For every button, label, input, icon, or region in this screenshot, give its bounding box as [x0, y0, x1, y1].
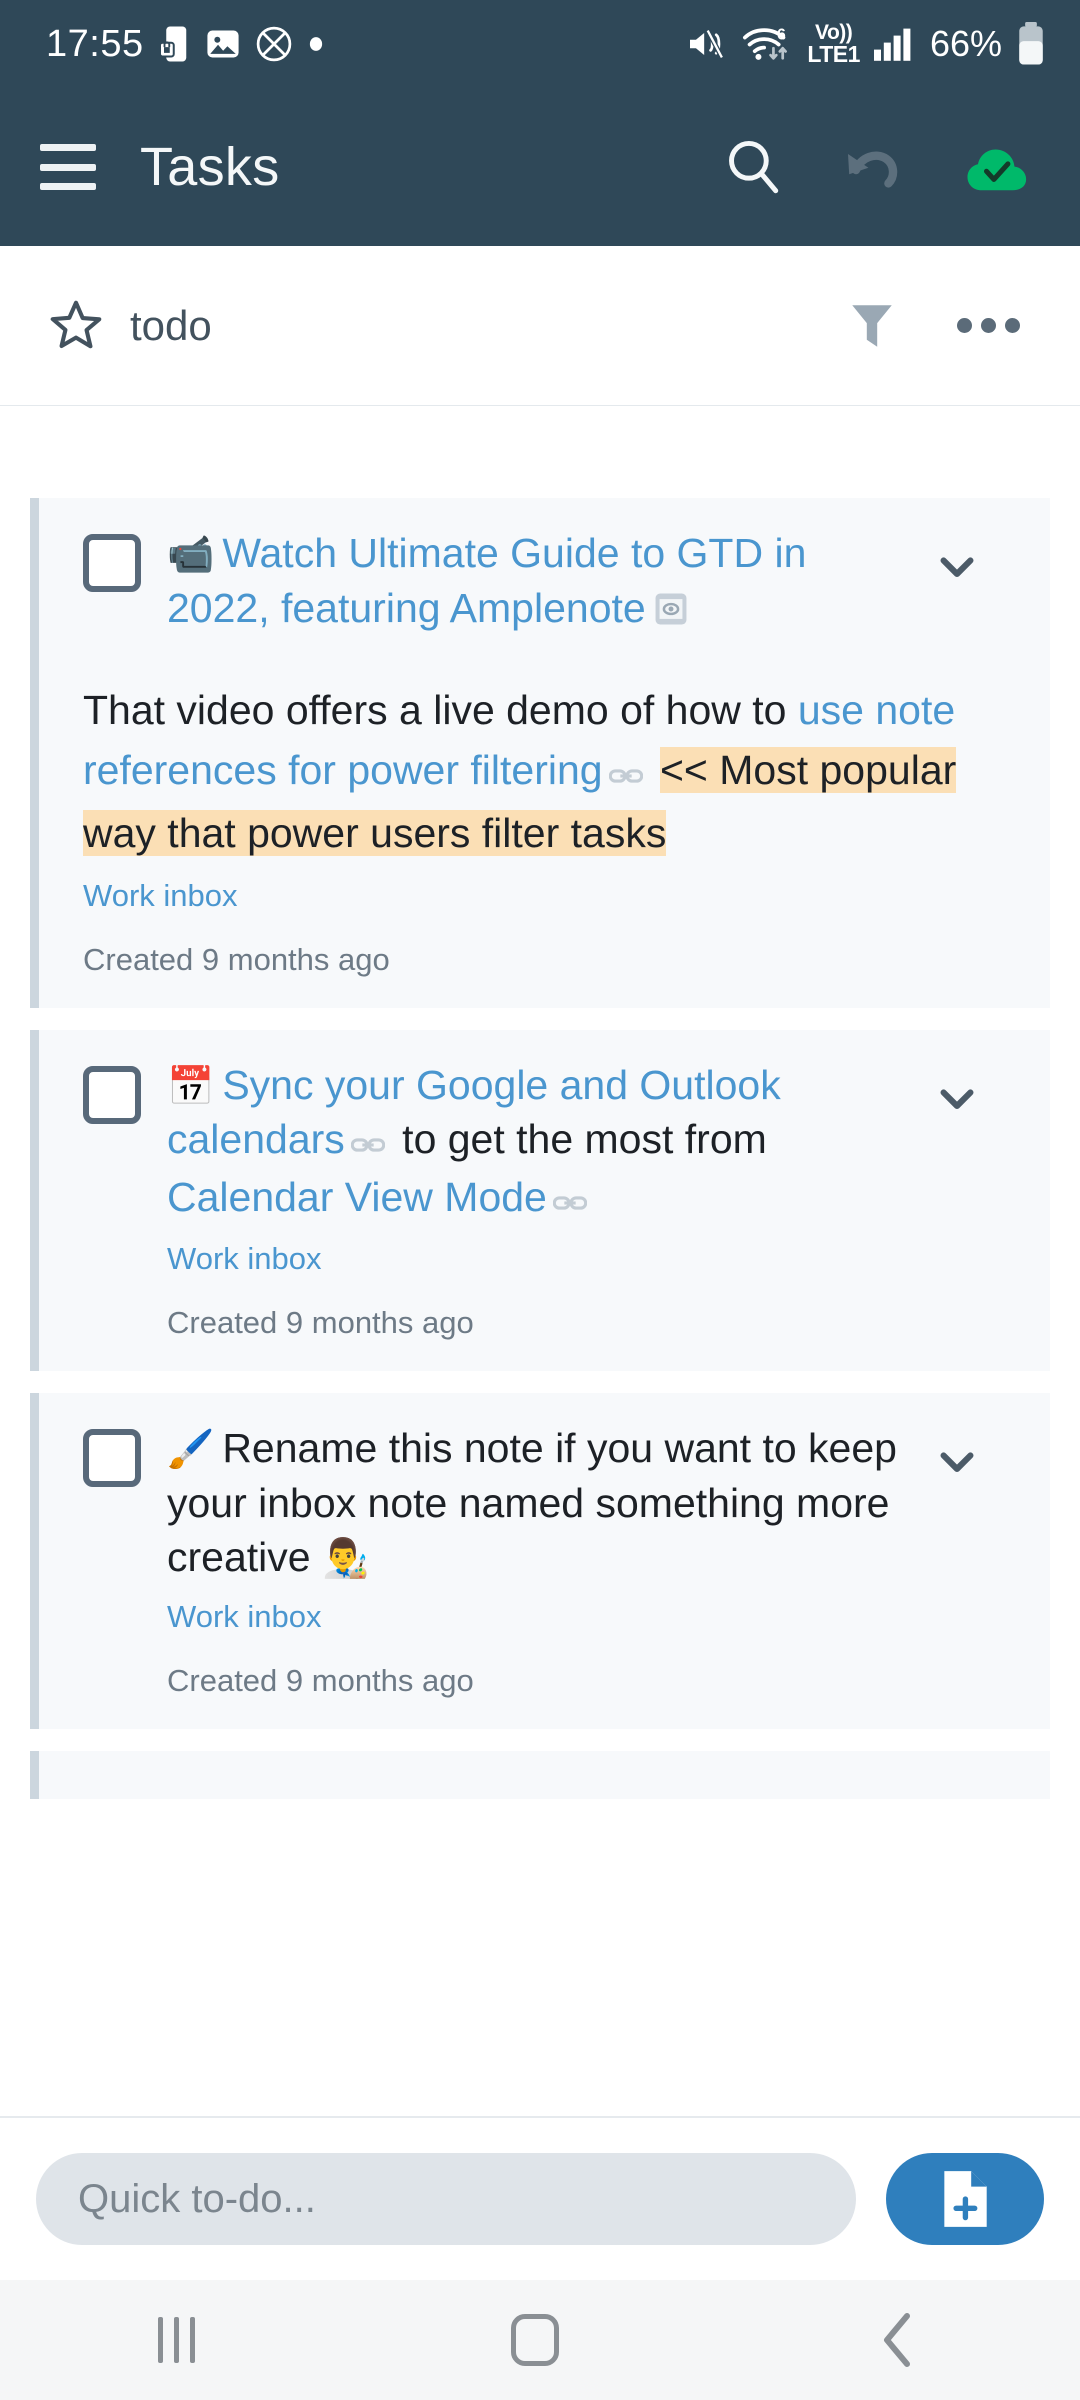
- cloud-check-icon[interactable]: [964, 137, 1030, 197]
- link-icon[interactable]: [350, 1115, 386, 1170]
- task-title-plain: to get the most from: [390, 1116, 767, 1163]
- task-header-row: 📅 Sync your Google and Outlook calendars …: [83, 1058, 980, 1342]
- quick-todo-input[interactable]: Quick to-do...: [36, 2153, 856, 2245]
- task-created-date: Created 9 months ago: [167, 1305, 474, 1341]
- link-icon[interactable]: [552, 1173, 588, 1228]
- task-created-date: Created 9 months ago: [83, 941, 390, 977]
- phone-lock-icon: [159, 25, 190, 63]
- task-header-row: 🖌️ Rename this note if you want to keep y…: [83, 1421, 980, 1699]
- task-source-link[interactable]: Work inbox: [167, 1241, 920, 1277]
- task-checkbox[interactable]: [83, 534, 141, 592]
- task-title-text: Rename this note if you want to keep you…: [167, 1425, 897, 1581]
- chevron-down-icon[interactable]: [934, 544, 980, 590]
- recents-icon[interactable]: [158, 2317, 196, 2363]
- wifi-6-icon: 6: [741, 24, 793, 64]
- task-title: 📹 Watch Ultimate Guide to GTD in 2022, fe…: [167, 526, 920, 639]
- link-icon[interactable]: [608, 744, 643, 804]
- status-bar: 17:55 6 Vo)) LTE1 66%: [0, 0, 1080, 88]
- volte-bottom-label: LTE1: [807, 41, 860, 67]
- task-list[interactable]: 📹 Watch Ultimate Guide to GTD in 2022, fe…: [0, 406, 1080, 2116]
- task-card[interactable]: 📹 Watch Ultimate Guide to GTD in 2022, fe…: [30, 498, 1050, 1008]
- video-camera-emoji: 📹: [167, 534, 215, 576]
- signal-bars-icon: [873, 27, 916, 61]
- back-icon[interactable]: [876, 2312, 922, 2368]
- task-content: 🖌️ Rename this note if you want to keep y…: [167, 1421, 920, 1699]
- no-sim-icon: [256, 26, 292, 62]
- filter-bar: todo: [0, 246, 1080, 406]
- task-content: 📹 Watch Ultimate Guide to GTD in 2022, fe…: [167, 526, 920, 639]
- desc-plain-text: That video offers a live demo of how to: [83, 687, 798, 734]
- task-description: That video offers a live demo of how to …: [83, 681, 980, 864]
- task-card-partial[interactable]: [30, 1750, 1050, 1799]
- more-horizontal-icon[interactable]: [957, 318, 1020, 333]
- filter-bar-right: [847, 299, 1036, 353]
- volte-top-label: Vo)): [815, 21, 853, 44]
- calendar-emoji: 📅: [167, 1065, 215, 1108]
- dot-icon: [308, 36, 324, 52]
- image-icon: [206, 27, 240, 61]
- android-nav-bar: [0, 2280, 1080, 2400]
- task-card[interactable]: 📅 Sync your Google and Outlook calendars …: [30, 1029, 1050, 1372]
- filter-name[interactable]: todo: [130, 302, 212, 350]
- hamburger-icon[interactable]: [40, 144, 96, 190]
- chevron-down-icon[interactable]: [934, 1439, 980, 1485]
- status-bar-left: 17:55: [46, 23, 324, 66]
- paintbrush-emoji: 🖌️: [167, 1429, 215, 1472]
- status-time: 17:55: [46, 22, 144, 65]
- task-title-link[interactable]: Watch Ultimate Guide to GTD in 2022, fea…: [167, 530, 806, 631]
- task-checkbox[interactable]: [83, 1065, 141, 1124]
- task-card[interactable]: 🖌️ Rename this note if you want to keep y…: [30, 1393, 1050, 1729]
- search-icon[interactable]: [722, 136, 784, 198]
- undo-icon[interactable]: [842, 139, 906, 195]
- home-icon[interactable]: [511, 2314, 560, 2366]
- page-title: Tasks: [140, 137, 280, 197]
- task-content: 📅 Sync your Google and Outlook calendars …: [167, 1058, 920, 1342]
- task-source-link[interactable]: Work inbox: [83, 878, 980, 914]
- media-preview-icon[interactable]: [654, 585, 688, 640]
- status-bar-right: 6 Vo)) LTE1 66%: [687, 22, 1046, 66]
- funnel-icon[interactable]: [847, 299, 897, 353]
- svg-text:6: 6: [777, 27, 786, 44]
- battery-percent: 66%: [929, 23, 1002, 64]
- star-outline-icon[interactable]: [48, 298, 104, 354]
- task-title: 📅 Sync your Google and Outlook calendars …: [167, 1058, 920, 1228]
- battery-icon: [1016, 22, 1046, 66]
- task-title: 🖌️ Rename this note if you want to keep y…: [167, 1421, 920, 1585]
- volte-icon: Vo)) LTE1: [807, 22, 860, 66]
- task-header-row: 📹 Watch Ultimate Guide to GTD in 2022, fe…: [83, 526, 980, 639]
- task-checkbox[interactable]: [83, 1429, 141, 1488]
- task-source-link[interactable]: Work inbox: [167, 1599, 920, 1635]
- task-created-date: Created 9 months ago: [167, 1662, 474, 1698]
- quick-todo-bar: Quick to-do...: [0, 2116, 1080, 2280]
- mute-icon: [687, 27, 727, 61]
- app-bar: Tasks: [0, 88, 1080, 246]
- artist-emoji: 👨‍🎨: [321, 1538, 370, 1581]
- app-bar-actions: [722, 136, 1040, 198]
- filter-bar-left[interactable]: todo: [48, 298, 847, 354]
- new-document-icon[interactable]: [886, 2153, 1044, 2245]
- task-title-link-calendar-view[interactable]: Calendar View Mode: [167, 1174, 547, 1220]
- chevron-down-icon[interactable]: [934, 1076, 980, 1122]
